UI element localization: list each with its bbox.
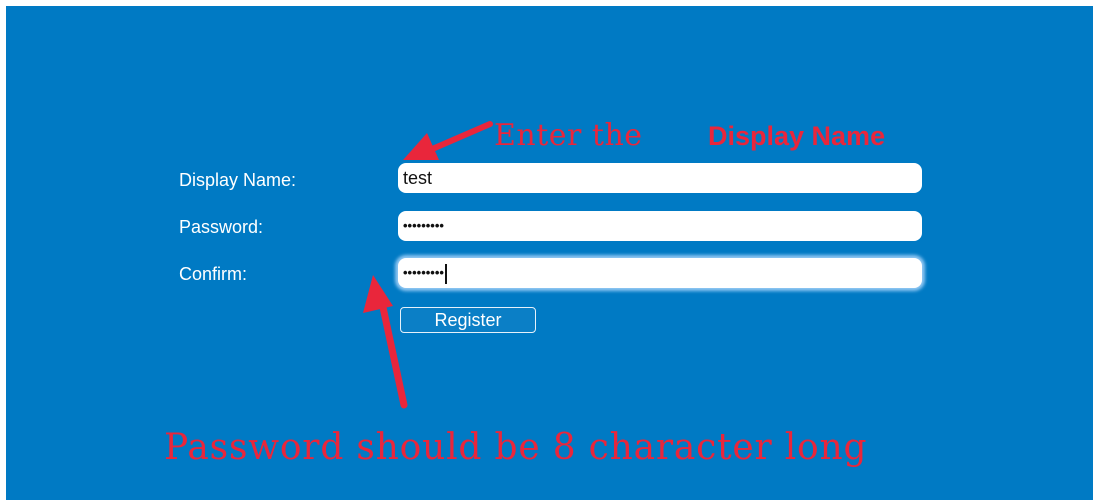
annotation-arrows	[363, 121, 493, 409]
top-arrow-icon	[403, 121, 493, 160]
bottom-arrow-icon	[363, 275, 408, 409]
